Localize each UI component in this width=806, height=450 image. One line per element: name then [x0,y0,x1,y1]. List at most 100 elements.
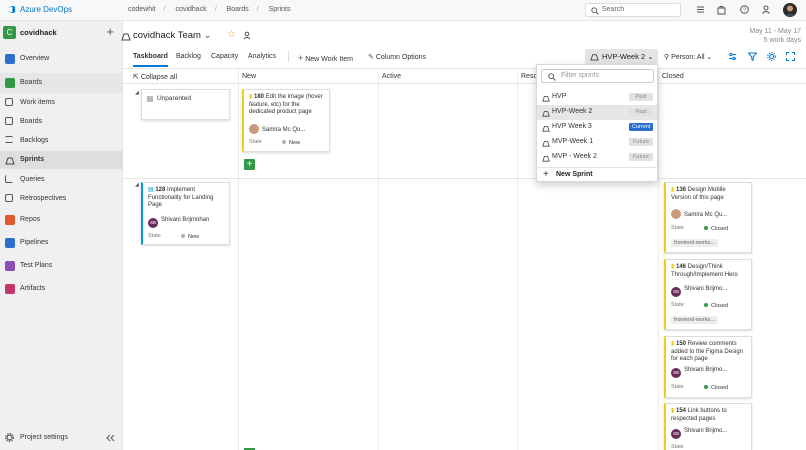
sidebar-item-label: Test Plans [20,262,53,269]
person-filter[interactable]: ⚲ Person: All ⌄ [664,53,712,61]
task-icon: ▮ [671,408,675,414]
state-value: New [289,140,301,146]
tab-capacity[interactable]: Capacity [211,53,238,60]
shopping-bag-icon[interactable] [717,5,726,15]
add-icon[interactable]: + [106,24,114,39]
settings-sliders-icon[interactable] [728,52,737,61]
breadcrumb-project[interactable]: covidhack [176,6,207,13]
work-item-card[interactable]: ▤ 128 Implement Functionality for Landin… [141,182,230,245]
card-state[interactable]: Closed [704,226,728,232]
team-members-icon[interactable] [243,31,252,40]
boards-icon [5,78,15,88]
collapse-all-label: Collapse all [140,74,178,81]
list-icon[interactable] [696,5,705,14]
work-item-card[interactable]: ▮ 180 Edit the image (hover feature, etc… [242,89,330,152]
collapse-row-icon[interactable]: ◢ [135,90,139,96]
sprint-picker-button[interactable]: HVP-Week 2 ⌄ [585,49,658,64]
column-options-button[interactable]: ✎ Column Options [368,53,426,61]
tab-analytics[interactable]: Analytics [248,53,276,60]
sidebar-item-label: Work items [20,99,55,106]
gear-icon[interactable] [767,52,776,61]
card-assignee[interactable]: Samira Mc Qu... [671,209,727,219]
project-selector[interactable]: C covidhack + [3,24,120,41]
sidebar-item-pipelines[interactable]: Pipelines [0,234,123,252]
sidebar-item-label: Boards [20,79,43,86]
favorite-star-icon[interactable]: ☆ [227,29,236,40]
team-selector[interactable]: covidhack Team ⌄ [133,30,212,41]
card-state[interactable]: New [181,234,199,240]
work-item-card[interactable]: ▮ 154 Link buttons to respected pages SB… [664,403,752,450]
card-assignee[interactable]: Samira Mc Qu... [249,124,305,134]
breadcrumb-org[interactable]: codewhit [128,6,156,13]
sidebar-item-boards[interactable]: Boards [0,73,123,93]
avatar: SB [671,429,681,439]
avatar[interactable] [783,3,797,17]
work-days: 5 work days [763,37,801,44]
artifacts-icon [5,284,15,294]
sprint-option-hvp-week-2[interactable]: HVP-Week 2 Past [537,105,657,120]
search-input[interactable]: Search [585,3,681,17]
tag[interactable]: frontend-works... [671,316,718,324]
sprint-picker-label: HVP-Week 2 [602,52,646,61]
breadcrumb-boards[interactable]: Boards [227,6,249,13]
filter-sprints-input[interactable]: Filter sprints [541,69,654,83]
fullscreen-icon[interactable] [786,52,795,61]
card-state[interactable]: Closed [704,385,728,391]
divider [123,83,806,84]
card-assignee[interactable]: SB Shivani Brijmohan [148,217,209,228]
sprint-option-mvp-week-2[interactable]: MVP - Week 2 Future [537,150,657,165]
state-dot [282,140,286,144]
sprint-option-hvp-week-3[interactable]: HVP Week 3 Current [537,120,657,135]
sprint-option-label: HVP Week 3 [552,123,592,130]
card-assignee[interactable]: SB Shivani Brijmo... [671,286,727,297]
tag[interactable]: frontend-works... [671,239,718,247]
work-items-icon [5,98,13,106]
sidebar-item-retrospectives[interactable]: Retrospectives [0,190,123,208]
add-task-button[interactable]: + [244,159,255,170]
sidebar-item-artifacts[interactable]: Artifacts [0,280,123,298]
new-work-item-label: New Work Item [305,56,353,63]
sidebar-item-work-items[interactable]: Work items [0,94,123,112]
sidebar-item-queries[interactable]: Queries [0,171,123,189]
tab-taskboard[interactable]: Taskboard [133,53,168,67]
work-item-card[interactable]: ▮ 136 Design Mobile Version of this page… [664,182,752,253]
board-icon [5,117,13,125]
azure-devops-logo-icon [7,5,16,14]
new-sprint-button[interactable]: + New Sprint [537,169,657,183]
sidebar-item-boards-sub[interactable]: Boards [0,113,123,131]
chevron-down-icon: ⌄ [203,30,212,41]
card-state[interactable]: Closed [704,303,728,309]
column-divider [658,68,659,450]
sidebar-item-repos[interactable]: Repos [0,211,123,229]
sidebar-item-backlogs[interactable]: Backlogs [0,132,123,150]
repos-icon [5,215,15,225]
product-backlog-item-icon: ▤ [148,187,154,193]
work-item-card[interactable]: ▮ 146 Design/Think Through/Implement Her… [664,259,752,330]
help-icon[interactable]: ? [740,5,749,14]
status-badge: Future [629,138,653,146]
sprint-option-mvp-week-1[interactable]: MVP-Week 1 Future [537,135,657,150]
unparented-card[interactable]: Unparented [141,89,230,120]
breadcrumb-sprints[interactable]: Sprints [269,6,291,13]
collapse-row-icon[interactable]: ◢ [135,182,139,188]
sidebar-item-sprints[interactable]: Sprints [0,151,123,169]
card-assignee[interactable]: SB Shivani Brijmo... [671,428,727,439]
sprint-option-label: MVP-Week 1 [552,138,594,145]
breadcrumb-separator: / [163,6,166,13]
sidebar-item-test-plans[interactable]: Test Plans [0,257,123,275]
work-item-card[interactable]: ▮ 150 Review comments added to the Figma… [664,336,752,398]
sidebar-item-overview[interactable]: Overview [0,50,123,68]
card-state[interactable]: New [282,140,300,146]
collapse-all-button[interactable]: ⇱ Collapse all [133,73,177,81]
user-settings-icon[interactable] [762,5,771,14]
column-divider [238,68,239,450]
new-work-item-button[interactable]: + New Work Item [298,53,353,63]
sprint-option-hvp[interactable]: HVP Past [537,90,657,105]
brand[interactable]: Azure DevOps [7,5,72,14]
tab-backlog[interactable]: Backlog [176,53,201,60]
filter-icon[interactable] [748,52,757,61]
card-assignee[interactable]: SB Shivani Brijmo... [671,367,727,378]
filter-placeholder: Filter sprints [561,72,600,79]
collapse-sidebar-icon[interactable] [106,434,115,442]
project-settings-link[interactable]: Project settings [0,429,123,447]
